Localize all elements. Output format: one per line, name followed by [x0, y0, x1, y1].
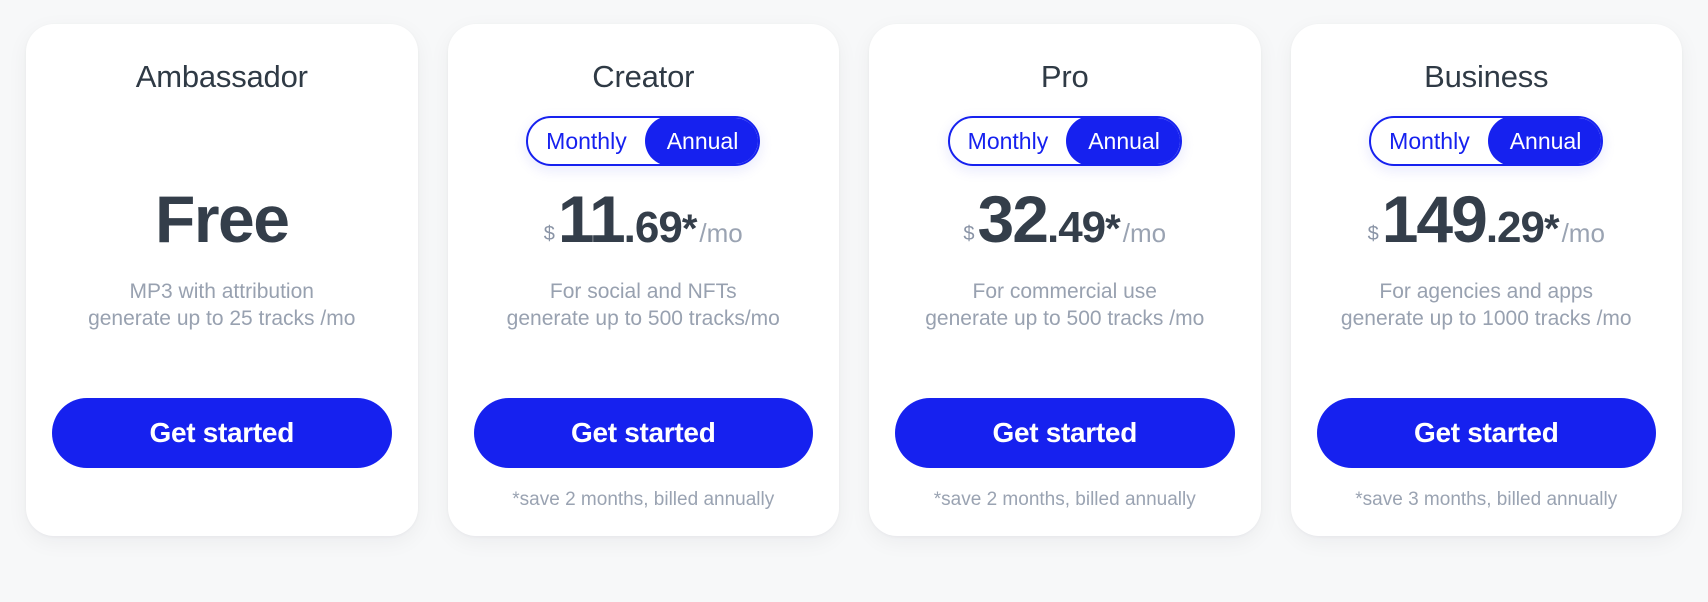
- plan-description: For social and NFTs generate up to 500 t…: [507, 278, 780, 333]
- get-started-button[interactable]: Get started: [895, 398, 1235, 468]
- price-decimal: .49: [1046, 203, 1106, 253]
- price-free-label: Free: [155, 182, 290, 257]
- billing-toggle-wrap: Monthly Annual: [947, 116, 1182, 167]
- billing-toggle[interactable]: Monthly Annual: [1369, 116, 1604, 167]
- pricing-card-business: Business Monthly Annual $ 149 .29 * /mo …: [1290, 24, 1682, 536]
- toggle-option-monthly[interactable]: Monthly: [1371, 118, 1488, 164]
- plan-description-line-1: For agencies and apps: [1379, 280, 1594, 304]
- billing-toggle-wrap: Monthly Annual: [1369, 116, 1604, 167]
- price-period: /mo: [1122, 218, 1167, 249]
- plan-title: Creator: [592, 59, 695, 94]
- plan-price: Free: [155, 182, 290, 260]
- plan-description: For agencies and apps generate up to 100…: [1341, 278, 1632, 333]
- price-decimal: .69: [623, 203, 683, 253]
- price-period: /mo: [1561, 218, 1605, 249]
- currency-symbol: $: [543, 223, 555, 246]
- plan-description-line-1: MP3 with attribution: [129, 280, 314, 304]
- plan-title: Ambassador: [135, 59, 308, 94]
- price-decimal: .29: [1485, 203, 1545, 253]
- pricing-card-ambassador: Ambassador Free MP3 with attribution gen…: [26, 24, 418, 536]
- toggle-option-monthly[interactable]: Monthly: [528, 118, 645, 164]
- plan-description-line-2: generate up to 500 tracks/mo: [506, 307, 780, 331]
- price-integer: 149: [1381, 182, 1488, 257]
- plan-description: MP3 with attribution generate up to 25 t…: [88, 278, 355, 333]
- billing-toggle-wrap: Monthly Annual: [526, 116, 761, 167]
- currency-symbol: $: [1367, 223, 1379, 246]
- pricing-card-creator: Creator Monthly Annual $ 11 .69 * /mo Fo…: [447, 24, 839, 536]
- plan-price: $ 32 .49 * /mo: [963, 186, 1166, 260]
- billing-toggle[interactable]: Monthly Annual: [947, 116, 1182, 167]
- plan-footnote: *save 2 months, billed annually: [933, 489, 1196, 510]
- plan-footnote: *save 2 months, billed annually: [512, 489, 775, 510]
- plan-description-line-2: generate up to 500 tracks /mo: [925, 307, 1205, 331]
- price-integer: 11: [557, 182, 626, 257]
- toggle-option-annual[interactable]: Annual: [1066, 118, 1180, 165]
- price-asterisk: *: [681, 207, 698, 252]
- plan-price: $ 11 .69 * /mo: [544, 186, 743, 260]
- toggle-option-annual[interactable]: Annual: [644, 118, 759, 165]
- get-started-button[interactable]: Get started: [473, 398, 813, 468]
- price-asterisk: *: [1544, 207, 1560, 252]
- plan-title: Business: [1424, 59, 1549, 94]
- price-period: /mo: [699, 218, 743, 249]
- get-started-button[interactable]: Get started: [1316, 398, 1656, 468]
- price-integer: 32: [977, 182, 1049, 257]
- get-started-button[interactable]: Get started: [52, 398, 392, 468]
- plan-price: $ 149 .29 * /mo: [1368, 186, 1605, 260]
- pricing-plan-grid: Ambassador Free MP3 with attribution gen…: [0, 0, 1708, 536]
- toggle-option-annual[interactable]: Annual: [1487, 118, 1602, 165]
- toggle-option-monthly[interactable]: Monthly: [950, 118, 1067, 164]
- plan-description-line-1: For social and NFTs: [549, 280, 737, 304]
- plan-description: For commercial use generate up to 500 tr…: [925, 278, 1204, 333]
- plan-description-line-2: generate up to 1000 tracks /mo: [1340, 307, 1632, 331]
- plan-title: Pro: [1040, 59, 1089, 94]
- plan-description-line-1: For commercial use: [972, 280, 1157, 304]
- price-asterisk: *: [1105, 207, 1121, 252]
- plan-description-line-2: generate up to 25 tracks /mo: [88, 307, 356, 331]
- billing-toggle[interactable]: Monthly Annual: [526, 116, 761, 167]
- plan-footnote: *save 3 months, billed annually: [1355, 489, 1618, 510]
- currency-symbol: $: [963, 223, 975, 246]
- pricing-card-pro: Pro Monthly Annual $ 32 .49 * /mo For co…: [869, 24, 1261, 536]
